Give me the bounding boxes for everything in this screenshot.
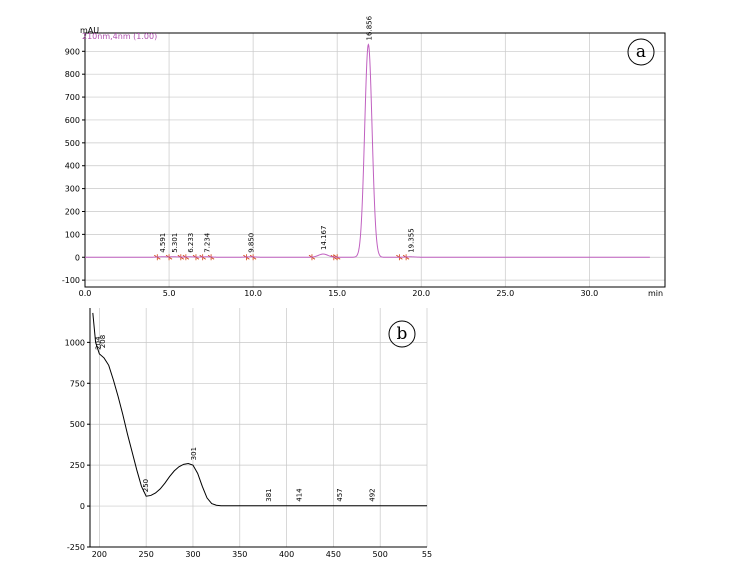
panel-b-circle	[388, 320, 416, 348]
y-tick-label: 800	[65, 70, 80, 79]
peak-label: 9.850	[248, 233, 256, 253]
chart-b-grid	[90, 308, 428, 548]
peak-label: 414	[296, 488, 304, 502]
x-tick-label: 400	[279, 550, 294, 559]
x-tick-label: 300	[185, 550, 200, 559]
y-tick-label: 700	[65, 93, 80, 102]
chart-a-ticks: 0.0 5.0 10.0 15.0 20.0 25.0 30.0 900 800 700 600 50…	[62, 47, 598, 298]
y-tick-label: 300	[65, 185, 80, 194]
peak-label: 19.355	[407, 228, 415, 253]
chart-b-axes	[89, 308, 427, 548]
peak-label: 5.301	[171, 233, 179, 253]
y-tick-label: 250	[70, 461, 85, 470]
x-tick-label: 500	[373, 550, 388, 559]
trace-label: 210nm,4nm (1.00)	[82, 32, 157, 41]
y-tick-label: 0	[75, 253, 80, 262]
peak-label: 7.234	[204, 232, 212, 253]
x-tick-label: 250	[139, 550, 154, 559]
y-tick-label: 750	[70, 379, 85, 388]
peak-label: 492	[369, 488, 377, 501]
peak-label: 250	[142, 479, 150, 492]
x-tick-label: 0.0	[79, 289, 92, 298]
uv-spectrum-trace	[92, 312, 427, 507]
y-tick-label: 100	[65, 230, 80, 239]
peak-label: 204	[94, 336, 102, 350]
peak-label: 301	[190, 447, 198, 460]
y-tick-label: 0	[80, 502, 85, 511]
x-tick-label: 30.0	[580, 289, 598, 298]
y-tick-label: 900	[65, 47, 80, 56]
y-tick-label: 600	[65, 116, 80, 125]
x-tick-label: 25.0	[496, 289, 514, 298]
y-tick-label: 500	[70, 420, 85, 429]
x-tick-label: 350	[232, 550, 247, 559]
chromatogram-trace	[85, 43, 650, 258]
peak-label: 16.856	[365, 15, 373, 40]
x-tick-label: 15.0	[328, 289, 346, 298]
peak-label: 381	[265, 488, 273, 501]
x-tick-label: 20.0	[412, 289, 430, 298]
y-tick-label: 200	[65, 207, 80, 216]
x-tick-label: 5.0	[163, 289, 176, 298]
y-tick-label: -250	[67, 543, 85, 552]
peak-label: 4.591	[159, 233, 167, 253]
y-tick-label: 500	[65, 139, 80, 148]
peak-label: 14.167	[320, 226, 328, 251]
panel-b-label: b	[397, 324, 408, 344]
panel-a-label: a	[636, 42, 646, 62]
chart-b-peak-labels: 204208 250 301 381 414 457 492	[94, 335, 376, 502]
y-tick-label: 1000	[65, 338, 85, 347]
x-tick-label: 450	[326, 550, 341, 559]
x-tick-label: 10.0	[244, 289, 262, 298]
chart-b-ticks: 200 250 300 350 400 450 500 55 1000 750 500 250 0 -25…	[65, 338, 432, 559]
y-tick-label: 400	[65, 162, 80, 171]
x-axis-label: min	[648, 289, 663, 298]
peak-label: 457	[336, 488, 344, 501]
chromatogram-chart: mAU 210nm,4nm (1.00) min 0.0 5.0 10.0 15.0 2…	[62, 15, 666, 298]
x-tick-label: 200	[92, 550, 107, 559]
x-tick-label: 55	[422, 550, 432, 559]
peak-label: 6.233	[187, 233, 195, 253]
y-tick-label: -100	[62, 276, 80, 285]
peak-label: 208	[99, 335, 107, 348]
